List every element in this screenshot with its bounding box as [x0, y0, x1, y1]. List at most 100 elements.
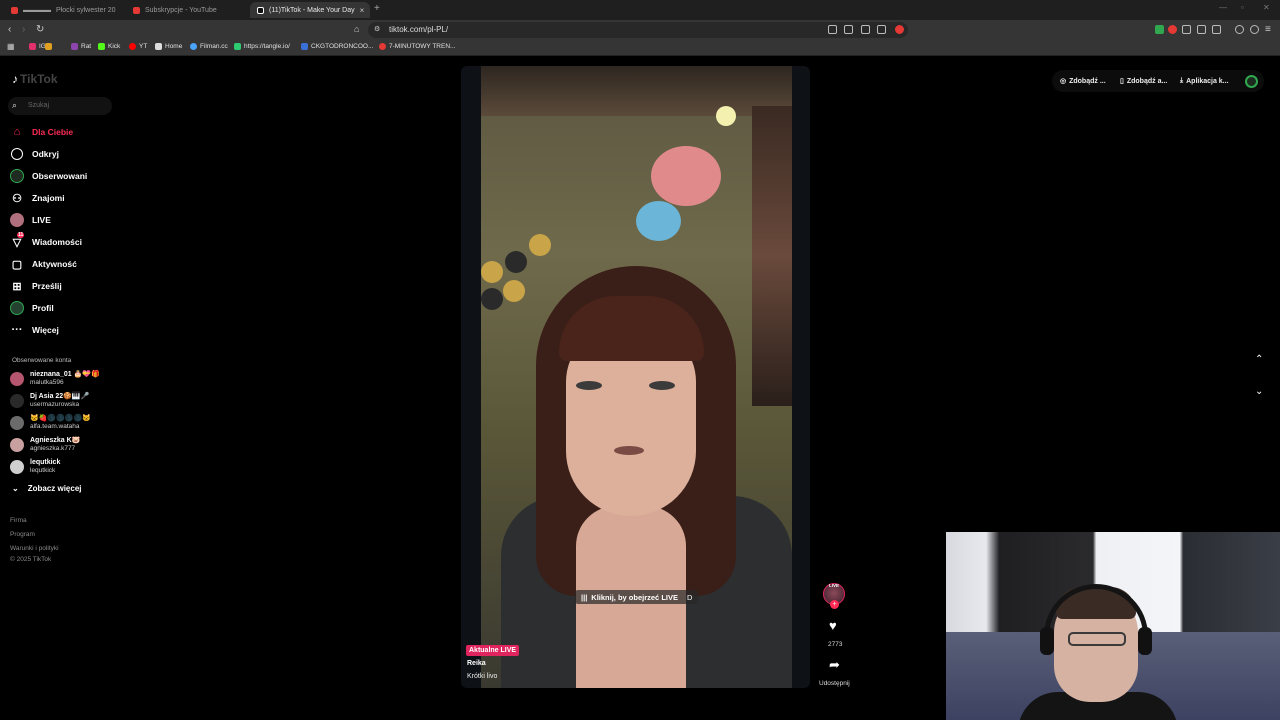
close-window-button[interactable]: ✕	[1263, 3, 1270, 12]
follow-plus-icon[interactable]: +	[830, 600, 839, 609]
chevron-up-icon[interactable]: ⌃	[1255, 354, 1263, 365]
profile-avatar[interactable]	[1245, 75, 1258, 88]
heart-icon[interactable]: ♥	[829, 618, 837, 633]
video-scene	[529, 234, 551, 256]
rat-icon	[71, 43, 78, 50]
music-icon[interactable]	[1235, 25, 1244, 34]
vpn-icon[interactable]	[1250, 25, 1259, 34]
footer-link-terms[interactable]: Warunki i polityki	[10, 545, 59, 552]
footer-copyright: © 2025 TikTok	[10, 556, 52, 563]
video-scene	[481, 288, 503, 310]
video-scene	[651, 146, 721, 206]
nav-activity[interactable]: ▢ Aktywność	[10, 255, 120, 273]
maximize-button[interactable]: ▫	[1241, 3, 1244, 12]
back-icon[interactable]: ‹	[8, 24, 11, 35]
cast-icon[interactable]	[844, 25, 853, 34]
site-info-icon[interactable]: ⚙	[374, 25, 380, 33]
menu-icon[interactable]: ≡	[1265, 24, 1271, 35]
puzzle-icon[interactable]	[1197, 25, 1206, 34]
extension-icon-2[interactable]	[1182, 25, 1191, 34]
minimize-button[interactable]: —	[1219, 3, 1227, 12]
extension-red-icon[interactable]	[1168, 25, 1177, 34]
bookmark-ckgt[interactable]: CKGTODRONCOO...	[301, 43, 373, 50]
webcam-scene	[1068, 632, 1126, 646]
followed-account[interactable]: lequtkick lequtkick	[10, 457, 120, 477]
followed-account[interactable]: Dj Asia 22🍪🎹🎤 usermazurowska	[10, 391, 120, 411]
like-count: 2773	[828, 641, 843, 648]
chevron-down-icon[interactable]: ⌄	[1255, 386, 1263, 397]
nav-upload[interactable]: ⊞ Prześlij	[10, 277, 120, 295]
avatar	[10, 372, 24, 386]
video-scene	[649, 381, 675, 390]
browser-tab-1[interactable]: ▬▬▬▬ Płocki sylwester 20	[4, 2, 122, 18]
tangle-icon	[234, 43, 241, 50]
tiktok-logo[interactable]: ♪ TikTok	[12, 72, 58, 86]
nav-live[interactable]: LIVE	[10, 211, 120, 229]
bookmark-yt[interactable]: YT	[129, 43, 147, 50]
get-app-button[interactable]: ▯ Zdobądź a...	[1120, 77, 1167, 86]
bookmark-filman[interactable]: Filman.cc	[190, 43, 228, 50]
footer-link-program[interactable]: Program	[10, 531, 35, 538]
browser-tab-3[interactable]: (11)TikTok - Make Your Day ×	[250, 2, 370, 18]
reload-icon[interactable]: ↻	[36, 24, 44, 35]
search-input[interactable]	[8, 97, 112, 115]
youtube-icon	[129, 43, 136, 50]
tiktok-note-icon: ♪	[12, 72, 18, 86]
activity-icon: ▢	[11, 258, 23, 271]
share-icon[interactable]: ➦	[829, 657, 840, 673]
nav-for-you[interactable]: ⌂ Dla Ciebie	[10, 123, 120, 141]
extension-green-icon[interactable]	[1155, 25, 1164, 34]
phone-icon: ▯	[1120, 78, 1124, 85]
bookmark-trening[interactable]: 7-MINUTOWY TREN...	[379, 43, 455, 50]
apps-grid-icon[interactable]: ▦	[7, 42, 15, 51]
nav-explore[interactable]: Odkryj	[10, 145, 120, 163]
followed-account[interactable]: 🐱🍓🌑🌑🌑🌑🐱 alfa.team.wataha	[10, 413, 120, 433]
close-tab-icon[interactable]: ×	[360, 6, 365, 15]
nav-friends[interactable]: ⚇ Znajomi	[10, 189, 120, 207]
bookmark-kick[interactable]: Kick	[98, 43, 120, 50]
sidebar-toggle-icon[interactable]	[1212, 25, 1221, 34]
bookmark-tangle[interactable]: https://tangle.io/	[234, 43, 290, 50]
video-scene	[636, 201, 681, 241]
nav-messages[interactable]: ▽ 11 Wiadomości	[10, 232, 120, 251]
followed-account[interactable]: nieznana_01 🎂💝🎁 malutka596	[10, 369, 120, 389]
chevron-down-icon: ⌄	[12, 484, 19, 493]
profile-icon	[10, 301, 24, 315]
bookmark-extra[interactable]	[45, 43, 52, 50]
forward-icon[interactable]: ›	[22, 24, 25, 35]
bookmark-icon	[301, 43, 308, 50]
friends-icon: ⚇	[12, 192, 22, 205]
keyboard-shortcut: D	[687, 592, 693, 602]
home-icon: ⌂	[13, 126, 21, 138]
new-tab-button[interactable]: +	[374, 3, 380, 14]
desktop-app-button[interactable]: ⤓ Aplikacja k...	[1180, 77, 1229, 85]
translate-icon[interactable]	[861, 25, 870, 34]
nav-profile[interactable]: Profil	[10, 299, 120, 317]
share-page-icon[interactable]	[877, 25, 886, 34]
video-scene	[752, 106, 792, 406]
bookmark-ig[interactable]: IG	[29, 43, 46, 50]
footer-link-company[interactable]: Firma	[10, 517, 27, 524]
extension-icon[interactable]	[828, 25, 837, 34]
bookmark-icon	[45, 43, 52, 50]
address-bar[interactable]	[368, 22, 908, 38]
nav-more[interactable]: ··· Więcej	[10, 321, 120, 339]
video-scene	[614, 446, 644, 455]
get-coins-button[interactable]: ◎ Zdobądź ...	[1060, 77, 1106, 86]
bookmark-home[interactable]: Home	[155, 43, 182, 50]
followed-account[interactable]: Agnieszka K🐷 agnieszka.k777	[10, 435, 120, 455]
nav-following[interactable]: Obserwowani	[10, 167, 120, 185]
video-username[interactable]: Reika	[467, 660, 486, 667]
share-label: Udostępnij	[819, 680, 850, 687]
search-icon: ⌕	[12, 100, 18, 110]
bookmark-icon[interactable]: ⌂	[354, 24, 359, 34]
avatar	[10, 394, 24, 408]
watch-live-button[interactable]: ||| Kliknij, by obejrzeć LIVE D	[575, 590, 699, 604]
browser-tab-2[interactable]: Subskrypcje - YouTube	[126, 2, 246, 18]
tab-label: Subskrypcje - YouTube	[145, 6, 217, 14]
bookmark-rat[interactable]: Rat	[71, 43, 91, 50]
brave-shield-icon[interactable]	[895, 25, 904, 34]
upload-icon: ⊞	[12, 280, 22, 293]
download-icon: ⤓	[1180, 77, 1184, 84]
see-more-button[interactable]: ⌄ Zobacz więcej	[12, 484, 82, 493]
